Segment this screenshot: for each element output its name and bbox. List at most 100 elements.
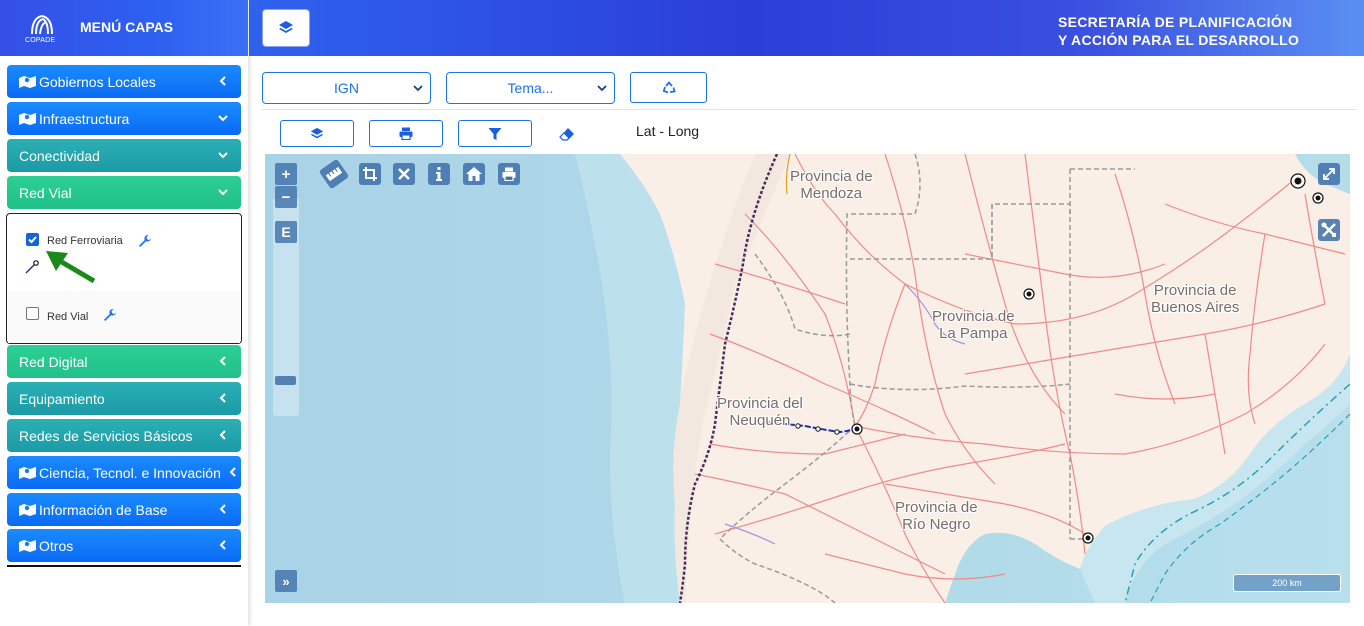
menu-item-red-digital[interactable]: Red Digital bbox=[7, 345, 241, 378]
filter-icon bbox=[488, 127, 502, 140]
check-icon bbox=[28, 236, 37, 244]
red-ferroviaria-checkbox[interactable] bbox=[26, 233, 39, 246]
eraser-icon[interactable] bbox=[559, 126, 575, 142]
wrench-icon[interactable] bbox=[103, 308, 117, 322]
menu-item-ciencia-tecnologia[interactable]: Ciencia, Tecnol. e Innovación bbox=[7, 456, 241, 489]
clear-tool[interactable] bbox=[393, 163, 415, 185]
map-label-mendoza: Provincia de Mendoza bbox=[790, 168, 873, 202]
fullscreen-button[interactable] bbox=[1318, 163, 1340, 185]
annotation-arrow bbox=[46, 251, 96, 284]
chevron-down-icon bbox=[218, 115, 228, 122]
menu-item-equipamiento[interactable]: Equipamiento bbox=[7, 382, 241, 415]
expand-icon bbox=[1323, 168, 1335, 180]
chevron-left-icon bbox=[219, 504, 226, 514]
expand-panel-button[interactable]: » bbox=[275, 570, 297, 592]
filter-button[interactable] bbox=[458, 120, 532, 147]
layer-label: Red Ferroviaria bbox=[47, 235, 123, 247]
chevron-down-icon bbox=[218, 189, 228, 196]
org-name-line2: Y ACCIÓN PARA EL DESARROLLO bbox=[1058, 32, 1300, 48]
organization-name: SECRETARÍA DE PLANIFICACIÓN Y ACCIÓN PAR… bbox=[1058, 13, 1299, 49]
sidebar-divider bbox=[7, 565, 241, 567]
home-icon bbox=[466, 167, 482, 181]
layers-sidebar: COPADE MENÚ CAPAS Gobiernos Locales Infr… bbox=[0, 0, 248, 626]
top-header-bar: SECRETARÍA DE PLANIFICACIÓN Y ACCIÓN PAR… bbox=[249, 0, 1364, 56]
red-vial-layer-panel: Red Ferroviaria Red Vial bbox=[6, 213, 242, 344]
base-map-select[interactable]: IGN bbox=[262, 72, 431, 104]
info-tool[interactable] bbox=[428, 163, 450, 185]
layers-icon bbox=[279, 21, 293, 33]
tools-icon bbox=[1321, 222, 1336, 237]
menu-item-label: Redes de Servicios Básicos bbox=[19, 427, 193, 444]
map-icon bbox=[19, 540, 36, 552]
map-icon bbox=[19, 113, 36, 125]
zoom-slider-handle[interactable] bbox=[275, 376, 296, 385]
menu-item-redes-servicios-basicos[interactable]: Redes de Servicios Básicos bbox=[7, 419, 241, 452]
zoom-out-button[interactable]: − bbox=[275, 186, 297, 208]
scale-bar: 200 km bbox=[1233, 574, 1341, 592]
recycle-icon bbox=[662, 80, 676, 93]
red-vial-checkbox[interactable] bbox=[26, 307, 39, 320]
map-label-rio-negro: Provincia de Río Negro bbox=[895, 499, 978, 533]
menu-item-label: Gobiernos Locales bbox=[39, 73, 156, 90]
menu-item-label: Infraestructura bbox=[39, 110, 130, 127]
print-button[interactable] bbox=[369, 120, 443, 147]
info-icon bbox=[436, 167, 442, 181]
map-base-layer bbox=[265, 154, 1350, 603]
menu-title: MENÚ CAPAS bbox=[80, 19, 174, 35]
print-icon bbox=[399, 127, 413, 140]
layer-label: Red Vial bbox=[47, 311, 89, 323]
menu-item-label: Otros bbox=[39, 537, 74, 554]
ruler-icon bbox=[325, 166, 343, 182]
toggle-layers-button[interactable] bbox=[262, 9, 310, 47]
chevron-left-icon bbox=[219, 540, 226, 550]
chevron-left-icon bbox=[219, 356, 226, 366]
map-icon bbox=[19, 76, 36, 88]
base-map-select-value: IGN bbox=[334, 80, 359, 96]
map-print-tool[interactable] bbox=[498, 163, 520, 185]
menu-item-label: Información de Base bbox=[39, 501, 168, 518]
chevron-down-icon bbox=[597, 85, 607, 92]
menu-item-label: Conectividad bbox=[19, 147, 100, 164]
map-label-la-pampa: Provincia de La Pampa bbox=[932, 308, 1015, 342]
menu-item-otros[interactable]: Otros bbox=[7, 529, 241, 562]
map-viewer[interactable]: Provincia de Mendoza Provincia de La Pampa… bbox=[265, 154, 1350, 603]
wrench-icon[interactable] bbox=[138, 234, 152, 248]
menu-item-gobiernos-locales[interactable]: Gobiernos Locales bbox=[7, 65, 241, 98]
map-icon bbox=[19, 504, 36, 516]
menu-item-label: Red Vial bbox=[19, 184, 72, 201]
map-label-buenos-aires: Provincia de Buenos Aires bbox=[1151, 282, 1240, 316]
chevron-left-icon bbox=[229, 467, 236, 477]
zoom-in-button[interactable]: + bbox=[275, 163, 297, 185]
chevron-left-icon bbox=[219, 430, 226, 440]
menu-item-label: Ciencia, Tecnol. e Innovación bbox=[39, 464, 221, 481]
print-icon bbox=[502, 167, 516, 181]
crop-tool[interactable] bbox=[359, 163, 381, 185]
legend-line-icon bbox=[25, 260, 39, 274]
layers-icon bbox=[310, 127, 324, 138]
chevron-down-icon bbox=[413, 85, 423, 92]
chevron-left-icon bbox=[219, 393, 226, 403]
lat-long-readout: Lat - Long bbox=[636, 123, 700, 139]
zoom-extent-button[interactable]: E bbox=[275, 221, 297, 243]
theme-select[interactable]: Tema... bbox=[446, 72, 615, 104]
sidebar-header: COPADE MENÚ CAPAS bbox=[0, 0, 248, 56]
layer-row-red-ferroviaria: Red Ferroviaria bbox=[8, 215, 240, 287]
layer-row-red-vial: Red Vial bbox=[8, 291, 240, 343]
close-icon bbox=[398, 168, 410, 180]
menu-item-infraestructura[interactable]: Infraestructura bbox=[7, 102, 241, 135]
menu-item-red-vial[interactable]: Red Vial bbox=[7, 176, 241, 209]
menu-item-label: Equipamiento bbox=[19, 390, 105, 407]
logo-text: COPADE bbox=[25, 37, 56, 44]
org-name-line1: SECRETARÍA DE PLANIFICACIÓN bbox=[1058, 14, 1293, 30]
menu-item-conectividad[interactable]: Conectividad bbox=[7, 139, 241, 172]
theme-select-value: Tema... bbox=[507, 80, 554, 96]
chevron-left-icon bbox=[219, 76, 226, 86]
home-tool[interactable] bbox=[463, 163, 485, 185]
crop-icon bbox=[363, 167, 377, 181]
map-label-neuquen: Provincia del Neuquén bbox=[717, 395, 803, 429]
reset-button[interactable] bbox=[630, 72, 707, 103]
menu-item-informacion-de-base[interactable]: Información de Base bbox=[7, 493, 241, 526]
map-icon bbox=[19, 467, 36, 479]
layer-list-button[interactable] bbox=[280, 120, 354, 147]
tools-button[interactable] bbox=[1318, 219, 1340, 241]
